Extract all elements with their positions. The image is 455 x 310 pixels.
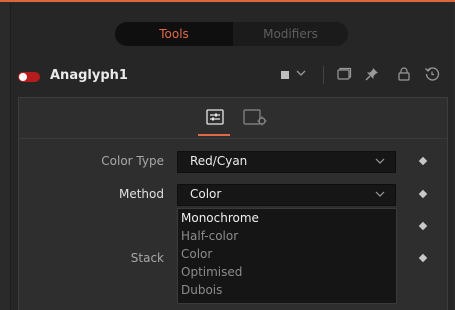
dropdown-option[interactable]: Optimised (181, 265, 242, 279)
settings-icon[interactable] (243, 109, 269, 127)
dropdown-option[interactable]: Monochrome (181, 211, 259, 225)
tool-name[interactable]: Anaglyph1 (50, 68, 128, 83)
method-value: Color (190, 187, 222, 201)
chevron-down-icon[interactable] (296, 66, 306, 83)
tab-tools[interactable]: Tools (115, 22, 233, 46)
lock-icon[interactable] (396, 66, 412, 82)
tool-enable-toggle[interactable] (18, 72, 40, 82)
active-page-indicator (198, 134, 230, 136)
toggle-knob (19, 73, 27, 81)
reset-icon[interactable] (424, 66, 440, 82)
keyframe-diamond-icon[interactable] (418, 221, 428, 231)
method-select[interactable]: Color (177, 184, 396, 206)
tool-controls: Color Type Red/Cyan Method Color Stack M… (18, 97, 448, 310)
window-icon[interactable] (336, 66, 352, 82)
keyframe-diamond-icon[interactable] (418, 253, 428, 263)
method-dropdown-list: Monochrome Half-color Color Optimised Du… (177, 208, 397, 304)
panel-top-accent (0, 0, 455, 2)
dropdown-option[interactable]: Color (181, 247, 212, 261)
color-type-label: Color Type (101, 154, 164, 168)
tool-header: Anaglyph1 (0, 62, 455, 90)
color-type-value: Red/Cyan (190, 154, 248, 168)
chevron-down-icon (375, 158, 385, 164)
color-swatch-icon[interactable] (281, 71, 289, 79)
pin-icon[interactable] (364, 66, 380, 82)
keyframe-diamond-icon[interactable] (418, 156, 428, 166)
method-label: Method (118, 187, 164, 201)
tab-modifiers[interactable]: Modifiers (233, 22, 348, 46)
keyframe-diamond-icon[interactable] (418, 189, 428, 199)
dropdown-option[interactable]: Half-color (181, 229, 238, 243)
tab-bar: Tools Modifiers (115, 22, 348, 46)
controls-icon[interactable] (206, 109, 224, 125)
color-type-select[interactable]: Red/Cyan (177, 151, 396, 173)
control-page-tabs (19, 98, 447, 139)
dropdown-option[interactable]: Dubois (181, 283, 222, 297)
chevron-down-icon (375, 191, 385, 197)
stack-label: Stack (130, 251, 164, 265)
header-divider (323, 66, 324, 84)
